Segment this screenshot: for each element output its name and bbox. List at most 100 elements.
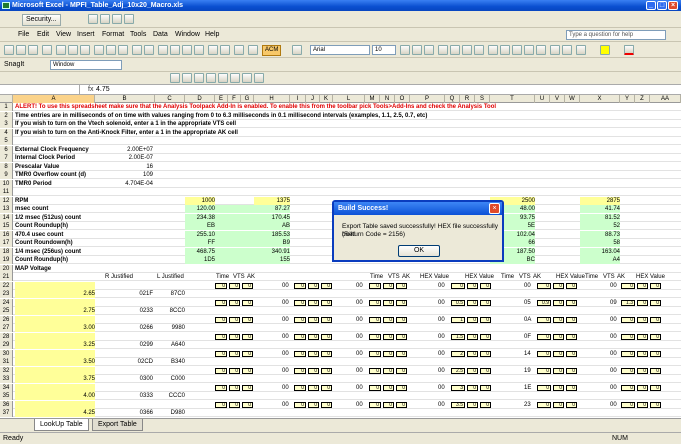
ak-input[interactable]: 0: [396, 282, 407, 289]
time-input[interactable]: 1: [451, 316, 465, 323]
column-header[interactable]: L: [333, 95, 365, 103]
time-input[interactable]: 0: [369, 401, 381, 408]
show-all-comments-icon[interactable]: [218, 73, 228, 83]
vts-input[interactable]: 0: [229, 401, 240, 408]
security-button[interactable]: Security...: [22, 14, 61, 26]
decrease-indent-icon[interactable]: [550, 45, 560, 55]
ak-input[interactable]: 0: [321, 282, 332, 289]
time-input[interactable]: 0.5: [451, 299, 465, 306]
ak-input[interactable]: 0: [396, 299, 407, 306]
print-icon[interactable]: [56, 45, 66, 55]
row-header[interactable]: 2: [0, 111, 13, 120]
bold-icon[interactable]: [400, 45, 410, 55]
calc-value[interactable]: 234.38: [185, 213, 215, 222]
ak-input[interactable]: 0: [242, 367, 253, 374]
time-input[interactable]: 0: [621, 367, 635, 374]
row-header[interactable]: 27: [0, 324, 13, 332]
column-header[interactable]: P: [410, 95, 445, 103]
row-header[interactable]: 29: [0, 341, 13, 349]
ak-input[interactable]: 0: [321, 299, 332, 306]
column-header[interactable]: H: [254, 95, 290, 103]
print-preview-icon[interactable]: [68, 45, 78, 55]
decrease-decimal-icon[interactable]: [536, 45, 546, 55]
time-input[interactable]: 0: [215, 367, 227, 374]
calc-value[interactable]: 41.74: [580, 205, 620, 213]
time-input[interactable]: 0: [369, 299, 381, 306]
time-input[interactable]: 0: [215, 282, 227, 289]
vts-input[interactable]: 0: [308, 384, 319, 391]
percent-icon[interactable]: [500, 45, 510, 55]
ak-input[interactable]: 0: [242, 384, 253, 391]
param-value[interactable]: 109: [95, 171, 153, 179]
row-header[interactable]: 22: [0, 281, 13, 290]
column-header[interactable]: S: [475, 95, 490, 103]
new-comment-icon[interactable]: [170, 73, 180, 83]
ak-input[interactable]: 0: [650, 299, 661, 306]
vts-input[interactable]: 0: [383, 282, 394, 289]
dialog-close-button[interactable]: ×: [489, 203, 500, 214]
vts-input[interactable]: 0: [467, 384, 478, 391]
paste-icon[interactable]: [118, 45, 128, 55]
ak-input[interactable]: 0: [242, 299, 253, 306]
time-input[interactable]: 0: [537, 316, 551, 323]
time-input[interactable]: 0: [451, 282, 465, 289]
time-input[interactable]: 0: [369, 333, 381, 340]
tab-lookup-table[interactable]: LookUp Table: [34, 419, 89, 431]
row-header[interactable]: 13: [0, 205, 13, 213]
menu-format[interactable]: Format: [102, 30, 124, 40]
next-comment-icon[interactable]: [194, 73, 204, 83]
time-input[interactable]: 0: [294, 367, 306, 374]
column-header[interactable]: I: [290, 95, 306, 103]
column-header[interactable]: J: [306, 95, 320, 103]
row-header[interactable]: 25: [0, 307, 13, 315]
menu-data[interactable]: Data: [153, 30, 168, 40]
italic-icon[interactable]: [412, 45, 422, 55]
ak-input[interactable]: 0: [650, 316, 661, 323]
param-value[interactable]: 4.704E-04: [95, 180, 153, 188]
increase-indent-icon[interactable]: [562, 45, 572, 55]
vb-editor-icon[interactable]: [100, 14, 110, 24]
ak-input[interactable]: 0: [321, 384, 332, 391]
vts-input[interactable]: 0: [308, 333, 319, 340]
fill-color-icon[interactable]: [600, 45, 610, 55]
column-header[interactable]: W: [565, 95, 580, 103]
menu-view[interactable]: View: [56, 30, 71, 40]
acm-button[interactable]: ACM: [262, 45, 282, 56]
ak-input[interactable]: 0: [396, 316, 407, 323]
column-header[interactable]: Q: [445, 95, 460, 103]
calc-value[interactable]: A4: [580, 256, 620, 264]
borders-icon[interactable]: [576, 45, 586, 55]
column-header[interactable]: R: [460, 95, 475, 103]
calc-value[interactable]: 255.10: [185, 230, 215, 239]
calc-value[interactable]: 120.00: [185, 205, 215, 213]
vts-input[interactable]: 0: [229, 282, 240, 289]
time-input[interactable]: 0: [621, 333, 635, 340]
row-header[interactable]: 30: [0, 349, 13, 358]
calc-value[interactable]: 2875: [580, 196, 620, 205]
column-header[interactable]: X: [580, 95, 620, 103]
select-all-corner[interactable]: [0, 95, 13, 103]
column-header[interactable]: AA: [650, 95, 681, 103]
chart-wizard-icon[interactable]: [208, 45, 218, 55]
time-input[interactable]: 0: [621, 384, 635, 391]
row-header[interactable]: 8: [0, 162, 13, 171]
vts-input[interactable]: 0: [467, 401, 478, 408]
autosum-icon[interactable]: [170, 45, 180, 55]
ak-input[interactable]: 0: [566, 367, 577, 374]
ak-input[interactable]: 0: [480, 367, 491, 374]
vts-input[interactable]: 0: [308, 316, 319, 323]
ak-input[interactable]: 0: [242, 350, 253, 357]
row-header[interactable]: 35: [0, 392, 13, 400]
vts-input[interactable]: 0: [229, 367, 240, 374]
new-icon[interactable]: [4, 45, 14, 55]
vts-input[interactable]: 0: [383, 350, 394, 357]
vts-input[interactable]: 0: [467, 316, 478, 323]
minimize-button[interactable]: _: [646, 1, 656, 10]
row-header[interactable]: 32: [0, 366, 13, 375]
map-voltage-cell[interactable]: 4.25: [15, 409, 95, 417]
column-header[interactable]: O: [395, 95, 410, 103]
calc-value[interactable]: 170.45: [254, 213, 290, 222]
permission-icon[interactable]: [42, 45, 52, 55]
ak-input[interactable]: 0: [650, 367, 661, 374]
row-header[interactable]: 12: [0, 196, 13, 205]
